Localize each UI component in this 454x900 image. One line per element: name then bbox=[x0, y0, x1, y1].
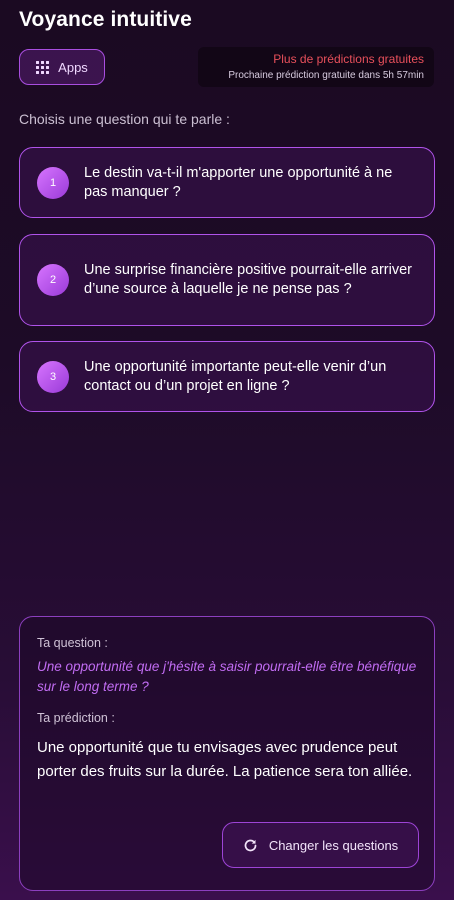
question-number-badge: 2 bbox=[37, 264, 69, 296]
page-title: Voyance intuitive bbox=[19, 8, 192, 31]
apps-button-label: Apps bbox=[58, 59, 88, 75]
apps-button[interactable]: Apps bbox=[19, 49, 105, 85]
your-prediction-label: Ta prédiction : bbox=[37, 711, 115, 725]
question-card-3[interactable]: 3 Une opportunité importante peut-elle v… bbox=[19, 341, 435, 412]
your-question-label: Ta question : bbox=[37, 636, 108, 650]
question-card-2[interactable]: 2 Une surprise financière positive pourr… bbox=[19, 234, 435, 326]
question-text: Une surprise financière positive pourrai… bbox=[84, 262, 412, 297]
question-number-badge: 1 bbox=[37, 166, 69, 199]
refresh-icon bbox=[244, 839, 257, 851]
change-questions-label: Changer les questions bbox=[268, 837, 399, 853]
question-number-badge: 3 bbox=[37, 360, 69, 393]
selected-question-text: Une opportunité que j'hésite à saisir po… bbox=[37, 659, 417, 694]
prediction-text: Une opportunité que tu envisages avec pr… bbox=[37, 739, 413, 780]
question-text: Une opportunité importante peut-elle ven… bbox=[84, 358, 387, 394]
free-predictions-title: Plus de prédictions gratuites bbox=[273, 52, 424, 66]
next-free-prediction-timer: Prochaine prédiction gratuite dans 5h 57… bbox=[228, 70, 424, 81]
prediction-card: Ta question : Une opportunité que j'hési… bbox=[19, 616, 435, 891]
question-prompt: Choisis une question qui te parle : bbox=[19, 111, 230, 127]
question-text: Le destin va-t-il m'apporter une opportu… bbox=[84, 164, 393, 200]
grid-icon bbox=[36, 60, 50, 74]
free-predictions-banner[interactable]: Plus de prédictions gratuites Prochaine … bbox=[198, 47, 434, 87]
question-card-1[interactable]: 1 Le destin va-t-il m'apporter une oppor… bbox=[19, 147, 435, 218]
change-questions-button[interactable]: Changer les questions bbox=[222, 822, 419, 868]
